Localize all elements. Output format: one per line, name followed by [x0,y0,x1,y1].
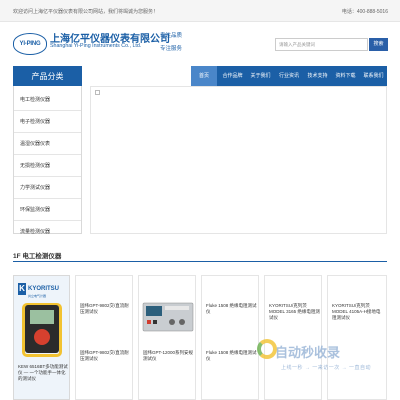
product-image [142,302,194,332]
watermark-subtext: 上线一秒 → 一来访一次 → 一直自动 [281,365,372,371]
product-image-alt: Fluke 1508 绝缘电阻测试仪 [206,303,257,314]
sidebar-item-nondestructive[interactable]: 无损检测仪器 [14,155,81,177]
product-card[interactable]: KYORITSU/克列茨MODEL 4105A-H接地电阻测试仪 [327,275,387,400]
main-nav: 首页 合作品牌 关于我们 行业资讯 技术支持 资料下载 联系我们 [191,66,387,86]
category-sidebar: 电工检测仪器 电子检测仪器 温湿仪器仪表 无损检测仪器 力学测试仪器 环保监测仪… [13,86,82,235]
nav-downloads[interactable]: 资料下载 [332,66,359,86]
search-button[interactable]: 搜索 [369,38,388,51]
watermark-logo-icon [257,339,277,359]
nav-home[interactable]: 首页 [191,66,217,86]
nav-contact-us[interactable]: 联系我们 [360,66,387,86]
banner-area [90,86,387,234]
slogan-quality: 专注品质 [160,33,183,39]
product-caption[interactable]: Fluke 1508 绝缘电阻测试仪 [206,350,258,362]
product-image-alt: 固纬GPT-9802交/直流耐压测试仪 [80,303,129,314]
product-caption[interactable]: 固纬GPT-9802交/直流耐压测试仪 [80,350,132,362]
nav-industry-news[interactable]: 行业资讯 [275,66,303,86]
search-input[interactable]: 请输入产品关键词 [275,38,368,51]
product-category-title: 产品分类 [13,66,82,86]
broken-image-icon [95,90,100,95]
logo-text: YI-PING [19,41,41,47]
watermark-text: 自动秒收录 [275,345,341,360]
product-card[interactable]: 固纬GPT-12000系列安规测试仪 [138,275,196,400]
product-image-alt: KYORITSU/克列茨MODEL 4105A-H接地电阻测试仪 [332,303,381,320]
brand-promo[interactable]: K KYORITSU 共立电气计器 KEW 6516BT多功能测试仪 — 一个功… [13,275,70,400]
sidebar-item-electronic[interactable]: 电子检测仪器 [14,111,81,133]
sidebar-item-electrical[interactable]: 电工检测仪器 [14,89,81,111]
brand-subtitle: 共立电气计器 [28,294,47,298]
nav-tech-support[interactable]: 技术支持 [304,66,331,86]
product-card[interactable]: Fluke 1508 绝缘电阻测试仪 Fluke 1508 绝缘电阻测试仪 [201,275,259,400]
nav-partner-brands[interactable]: 合作品牌 [219,66,246,86]
promo-caption: KEW 6516BT多功能测试仪 — 一个功能手一体化的测试仪 [18,364,68,381]
phone-number: 电话：400-888-5016 [341,9,388,15]
section-divider [13,261,387,262]
product-card[interactable]: KYORITSU/克列茨MODEL 3165 绝缘电阻测试仪 [264,275,322,400]
sidebar-item-environmental[interactable]: 环保监测仪器 [14,199,81,221]
sidebar-item-mechanical[interactable]: 力学测试仪器 [14,177,81,199]
product-card[interactable]: 固纬GPT-9802交/直流耐压测试仪 固纬GPT-9802交/直流耐压测试仪 [75,275,133,400]
top-bar: 欢迎访问上海亿平仪器仪表有限公司网站，我们将竭诚为您服务！ 电话：400-888… [0,0,400,22]
product-caption[interactable]: 固纬GPT-12000系列安规测试仪 [143,350,195,362]
company-logo[interactable]: YI-PING [13,33,47,55]
section-title: 1F 电工检测仪器 [13,253,62,260]
sidebar-item-temperature-humidity[interactable]: 温湿仪器仪表 [14,133,81,155]
product-image-alt: KYORITSU/克列茨MODEL 3165 绝缘电阻测试仪 [269,303,320,320]
welcome-text: 欢迎访问上海亿平仪器仪表有限公司网站，我们将竭诚为您服务！ [13,9,159,15]
company-name-en: Shanghai Yi-Ping Instruments Co., Ltd. [50,43,142,49]
tester-device-body [25,305,59,353]
slogan-service: 专注服务 [160,46,183,52]
nav-about-us[interactable]: 关于我们 [247,66,274,86]
sidebar-item-flow[interactable]: 流量检测仪器 [14,221,81,243]
site-header: YI-PING 上海亿平仪器仪表有限公司 Shanghai Yi-Ping In… [0,22,400,64]
